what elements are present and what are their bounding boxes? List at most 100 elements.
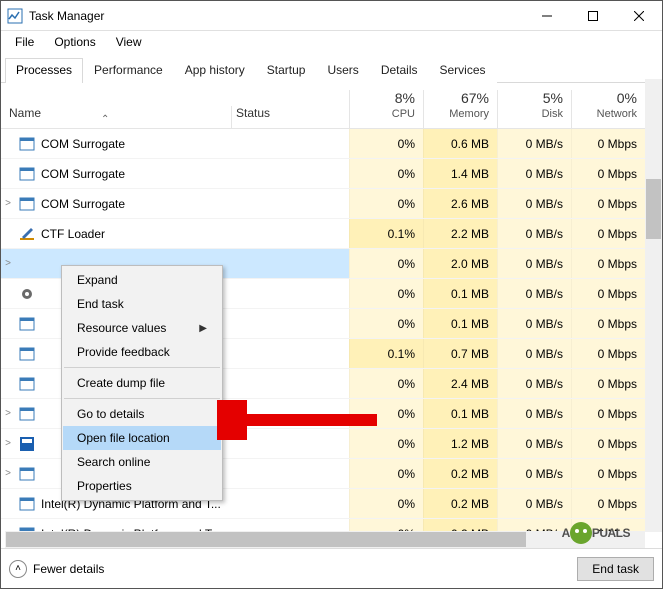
horizontal-scrollbar[interactable] bbox=[5, 531, 645, 548]
disk-cell: 0 MB/s bbox=[497, 189, 571, 218]
process-icon bbox=[19, 496, 35, 512]
watermark: A PUALS bbox=[562, 520, 630, 546]
disk-cell: 0 MB/s bbox=[497, 459, 571, 488]
network-cell: 0 Mbps bbox=[571, 279, 645, 308]
table-row[interactable]: CTF Loader0.1%2.2 MB0 MB/s0 Mbps bbox=[1, 219, 662, 249]
tab-users[interactable]: Users bbox=[316, 58, 369, 83]
disk-cell: 0 MB/s bbox=[497, 399, 571, 428]
network-cell: 0 Mbps bbox=[571, 369, 645, 398]
process-icon bbox=[19, 466, 35, 482]
horizontal-scroll-thumb[interactable] bbox=[6, 532, 526, 547]
tab-app-history[interactable]: App history bbox=[174, 58, 256, 83]
process-icon bbox=[19, 256, 35, 272]
menu-view[interactable]: View bbox=[106, 33, 152, 51]
process-name: COM Surrogate bbox=[41, 137, 231, 151]
memory-cell: 2.0 MB bbox=[423, 249, 497, 278]
tab-details[interactable]: Details bbox=[370, 58, 429, 83]
network-cell: 0 Mbps bbox=[571, 399, 645, 428]
cpu-cell: 0% bbox=[349, 459, 423, 488]
table-row[interactable]: COM Surrogate0%0.6 MB0 MB/s0 Mbps bbox=[1, 129, 662, 159]
cpu-cell: 0% bbox=[349, 279, 423, 308]
close-button[interactable] bbox=[616, 1, 662, 31]
network-cell: 0 Mbps bbox=[571, 159, 645, 188]
process-icon bbox=[19, 166, 35, 182]
network-cell: 0 Mbps bbox=[571, 309, 645, 338]
col-disk[interactable]: 5%Disk bbox=[497, 90, 571, 128]
cm-properties[interactable]: Properties bbox=[63, 474, 221, 498]
col-status[interactable]: Status bbox=[231, 106, 349, 128]
fewer-details-button[interactable]: ˄ Fewer details bbox=[9, 560, 104, 578]
disk-cell: 0 MB/s bbox=[497, 129, 571, 158]
separator bbox=[64, 367, 220, 368]
maximize-button[interactable] bbox=[570, 1, 616, 31]
cm-go-to-details[interactable]: Go to details bbox=[63, 402, 221, 426]
table-row[interactable]: COM Surrogate 0%1.4 MB0 MB/s0 Mbps bbox=[1, 159, 662, 189]
memory-cell: 0.7 MB bbox=[423, 339, 497, 368]
cm-create-dump[interactable]: Create dump file bbox=[63, 371, 221, 395]
process-name: COM Surrogate bbox=[41, 167, 231, 181]
col-cpu[interactable]: 8%CPU bbox=[349, 90, 423, 128]
col-network[interactable]: 0%Network bbox=[571, 90, 645, 128]
network-cell: 0 Mbps bbox=[571, 429, 645, 458]
memory-cell: 2.6 MB bbox=[423, 189, 497, 218]
process-icon bbox=[19, 436, 35, 452]
network-cell: 0 Mbps bbox=[571, 129, 645, 158]
network-cell: 0 Mbps bbox=[571, 189, 645, 218]
menu-options[interactable]: Options bbox=[44, 33, 105, 51]
tab-startup[interactable]: Startup bbox=[256, 58, 317, 83]
cpu-cell: 0% bbox=[349, 189, 423, 218]
network-cell: 0 Mbps bbox=[571, 219, 645, 248]
expand-chevron-icon[interactable]: > bbox=[1, 438, 15, 449]
memory-cell: 0.2 MB bbox=[423, 459, 497, 488]
cm-search-online[interactable]: Search online bbox=[63, 450, 221, 474]
footer: ˄ Fewer details End task bbox=[1, 548, 662, 588]
memory-cell: 0.1 MB bbox=[423, 399, 497, 428]
end-task-button[interactable]: End task bbox=[577, 557, 654, 581]
tab-processes[interactable]: Processes bbox=[5, 58, 83, 83]
col-name[interactable]: ⌃ Name bbox=[1, 106, 231, 128]
cm-end-task[interactable]: End task bbox=[63, 292, 221, 316]
sort-indicator-icon: ⌃ bbox=[101, 114, 109, 125]
separator bbox=[64, 398, 220, 399]
expand-chevron-icon[interactable]: > bbox=[1, 408, 15, 419]
minimize-button[interactable] bbox=[524, 1, 570, 31]
disk-cell: 0 MB/s bbox=[497, 279, 571, 308]
process-icon bbox=[19, 406, 35, 422]
cpu-cell: 0% bbox=[349, 429, 423, 458]
title-bar: Task Manager bbox=[1, 1, 662, 31]
disk-cell: 0 MB/s bbox=[497, 309, 571, 338]
tab-services[interactable]: Services bbox=[429, 58, 497, 83]
menu-file[interactable]: File bbox=[5, 33, 44, 51]
col-name-label: Name bbox=[9, 106, 41, 120]
cm-expand[interactable]: Expand bbox=[63, 268, 221, 292]
cm-open-file-location[interactable]: Open file location bbox=[63, 426, 221, 450]
grid-header: ⌃ Name Status 8%CPU 67%Memory 5%Disk 0%N… bbox=[1, 83, 662, 129]
cpu-cell: 0% bbox=[349, 159, 423, 188]
expand-chevron-icon[interactable]: > bbox=[1, 198, 15, 209]
disk-cell: 0 MB/s bbox=[497, 159, 571, 188]
vertical-scroll-thumb[interactable] bbox=[646, 179, 661, 239]
memory-cell: 0.1 MB bbox=[423, 309, 497, 338]
process-name: CTF Loader bbox=[41, 227, 231, 241]
cm-resource-values[interactable]: Resource values▶ bbox=[63, 316, 221, 340]
table-row[interactable]: > COM Surrogate 0%2.6 MB0 MB/s0 Mbps bbox=[1, 189, 662, 219]
memory-cell: 1.4 MB bbox=[423, 159, 497, 188]
vertical-scrollbar[interactable] bbox=[645, 79, 662, 532]
process-name: COM Surrogate bbox=[41, 197, 231, 211]
memory-cell: 2.4 MB bbox=[423, 369, 497, 398]
expand-chevron-icon[interactable]: > bbox=[1, 468, 15, 479]
disk-cell: 0 MB/s bbox=[497, 369, 571, 398]
cm-provide-feedback[interactable]: Provide feedback bbox=[63, 340, 221, 364]
cpu-cell: 0% bbox=[349, 309, 423, 338]
expand-chevron-icon[interactable]: > bbox=[1, 258, 15, 269]
process-icon bbox=[19, 316, 35, 332]
disk-cell: 0 MB/s bbox=[497, 429, 571, 458]
memory-cell: 0.6 MB bbox=[423, 129, 497, 158]
cpu-cell: 0.1% bbox=[349, 219, 423, 248]
process-icon bbox=[19, 346, 35, 362]
tab-performance[interactable]: Performance bbox=[83, 58, 174, 83]
network-cell: 0 Mbps bbox=[571, 459, 645, 488]
col-memory[interactable]: 67%Memory bbox=[423, 90, 497, 128]
context-menu: Expand End task Resource values▶ Provide… bbox=[61, 265, 223, 501]
disk-cell: 0 MB/s bbox=[497, 489, 571, 518]
